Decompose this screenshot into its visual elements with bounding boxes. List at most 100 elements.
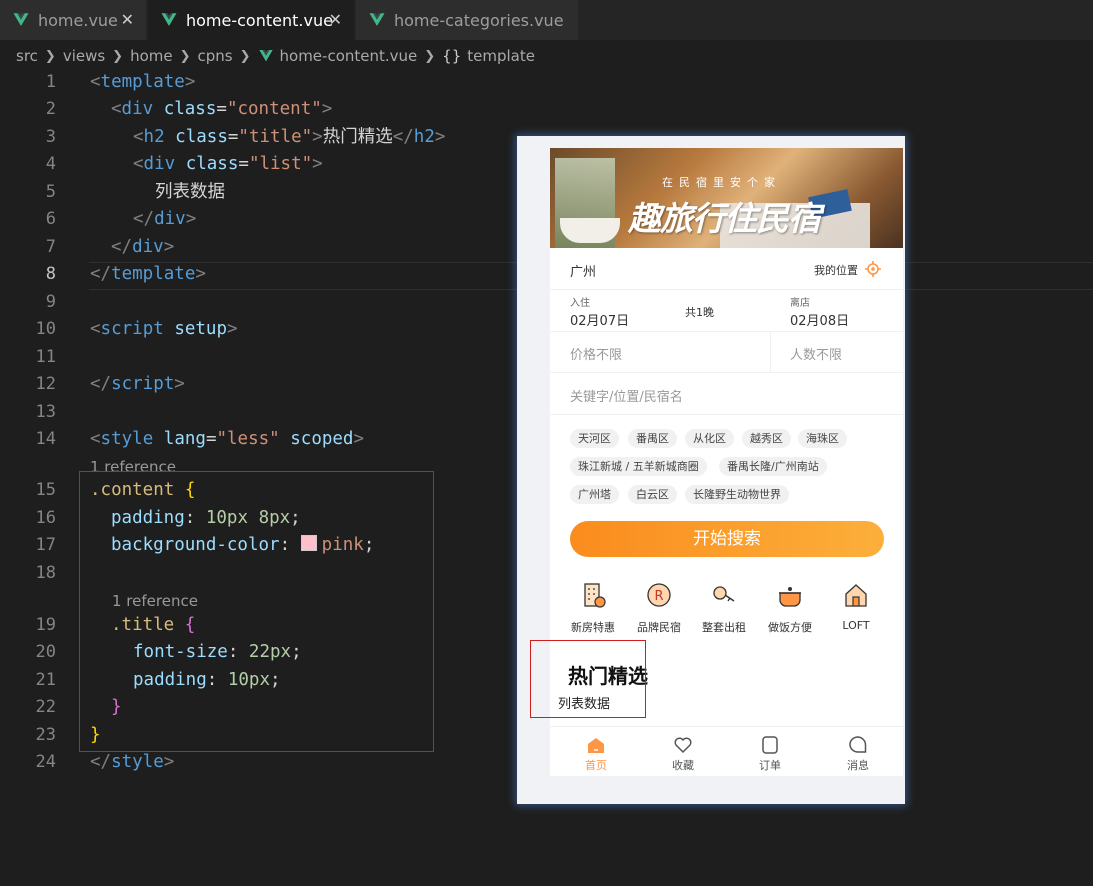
breadcrumb-item[interactable]: views bbox=[63, 47, 105, 65]
tab-orders[interactable]: 订单 bbox=[740, 735, 800, 773]
start-search-button[interactable]: 开始搜索 bbox=[570, 521, 884, 557]
line-number: 8 bbox=[45, 264, 56, 284]
line-number: 4 bbox=[45, 154, 56, 174]
vue-file-icon bbox=[258, 50, 273, 62]
code-line: <template> bbox=[90, 72, 196, 92]
code-line: <h2 class="title">热门精选</h2> bbox=[133, 127, 446, 147]
hot-suggest-chip[interactable]: 广州塔 bbox=[570, 485, 619, 504]
banner-subtitle: 在民宿里安个家 bbox=[662, 176, 781, 189]
hot-suggest-chip[interactable]: 海珠区 bbox=[798, 429, 847, 448]
breadcrumb-item[interactable]: cpns bbox=[198, 47, 233, 65]
banner-title: 趣旅行住民宿 bbox=[628, 199, 821, 238]
vue-file-icon bbox=[13, 13, 29, 26]
hot-suggest-chip[interactable]: 番禺长隆/广州南站 bbox=[719, 457, 827, 476]
chevron-right-icon: ❯ bbox=[44, 48, 56, 64]
editor-tab-bar: home.vue ✕ home-content.vue ✕ home-categ… bbox=[0, 0, 1093, 40]
close-icon[interactable]: ✕ bbox=[329, 10, 342, 29]
category-item[interactable]: R 品牌民宿 bbox=[629, 580, 689, 635]
tab-favorites[interactable]: 收藏 bbox=[653, 735, 713, 773]
brand-icon: R bbox=[647, 583, 671, 607]
hot-suggest-chip[interactable]: 从化区 bbox=[685, 429, 734, 448]
category-item[interactable]: LOFT bbox=[826, 580, 886, 632]
banner-image: 在民宿里安个家 趣旅行住民宿 bbox=[550, 148, 903, 248]
checkout-date[interactable]: 02月08日 bbox=[790, 310, 849, 329]
location-row: 广州 我的位置 bbox=[550, 248, 903, 290]
code-line: <script setup> bbox=[90, 319, 238, 339]
vue-file-icon bbox=[161, 13, 177, 26]
tab-home-vue[interactable]: home.vue ✕ bbox=[0, 0, 146, 40]
chevron-right-icon: ❯ bbox=[112, 48, 124, 64]
home-icon bbox=[588, 738, 604, 753]
breadcrumb-item[interactable]: template bbox=[467, 47, 535, 65]
people-filter[interactable]: 人数不限 bbox=[790, 344, 842, 363]
braces-icon: {} bbox=[442, 47, 462, 65]
hot-suggest-chip[interactable]: 越秀区 bbox=[742, 429, 791, 448]
hot-suggest-chip[interactable]: 天河区 bbox=[570, 429, 619, 448]
close-icon[interactable]: ✕ bbox=[121, 10, 134, 29]
line-number: 23 bbox=[35, 725, 56, 745]
chevron-right-icon: ❯ bbox=[239, 48, 251, 64]
breadcrumb: src ❯ views ❯ home ❯ cpns ❯ home-content… bbox=[16, 45, 535, 67]
vue-file-icon bbox=[369, 13, 385, 26]
line-number: 21 bbox=[35, 670, 56, 690]
tab-messages[interactable]: 消息 bbox=[828, 735, 888, 773]
line-number: 5 bbox=[45, 182, 56, 202]
tab-label: home.vue bbox=[38, 10, 118, 30]
code-line: </style> bbox=[90, 752, 175, 772]
price-filter[interactable]: 价格不限 bbox=[570, 344, 622, 363]
tab-label: home-categories.vue bbox=[394, 10, 564, 30]
line-number: 14 bbox=[35, 429, 56, 449]
line-number: 17 bbox=[35, 535, 56, 555]
hot-suggest-chip[interactable]: 长隆野生动物世界 bbox=[685, 485, 789, 504]
preview-highlight-box bbox=[530, 640, 646, 718]
keyword-input[interactable]: 关键字/位置/民宿名 bbox=[570, 386, 683, 405]
category-item[interactable]: 新房特惠 bbox=[563, 580, 623, 635]
city-select[interactable]: 广州 bbox=[570, 261, 596, 280]
code-line: </div> bbox=[111, 237, 175, 257]
line-number: 12 bbox=[35, 374, 56, 394]
code-line: <style lang="less" scoped> bbox=[90, 429, 365, 449]
line-number: 10 bbox=[35, 319, 56, 339]
code-line: 列表数据 bbox=[155, 182, 225, 202]
code-line: </div> bbox=[133, 209, 197, 229]
chevron-right-icon: ❯ bbox=[424, 48, 436, 64]
tab-label: home-content.vue bbox=[186, 10, 333, 30]
checkin-label: 入住 bbox=[570, 298, 590, 309]
key-icon bbox=[713, 586, 735, 602]
category-item[interactable]: 整套出租 bbox=[694, 580, 754, 635]
heart-icon bbox=[674, 737, 692, 754]
hot-suggest-chip[interactable]: 番禺区 bbox=[628, 429, 677, 448]
code-line: <div class="list"> bbox=[133, 154, 323, 174]
keyword-row[interactable]: 关键字/位置/民宿名 bbox=[550, 373, 903, 415]
house-icon bbox=[845, 584, 867, 607]
category-item[interactable]: 做饭方便 bbox=[760, 580, 820, 635]
locate-icon[interactable] bbox=[865, 261, 881, 277]
hot-suggest-chip[interactable]: 珠江新城 / 五羊新城商圈 bbox=[570, 457, 707, 476]
line-number: 20 bbox=[35, 642, 56, 662]
line-number: 11 bbox=[35, 347, 56, 367]
my-location-link[interactable]: 我的位置 bbox=[814, 262, 858, 278]
tab-home-categories-vue[interactable]: home-categories.vue bbox=[356, 0, 578, 40]
filter-row: 价格不限 人数不限 bbox=[550, 332, 903, 373]
line-number: 2 bbox=[45, 99, 56, 119]
line-number: 1 bbox=[45, 72, 56, 92]
building-icon bbox=[584, 583, 606, 608]
tab-home-content-vue[interactable]: home-content.vue ✕ bbox=[148, 0, 354, 40]
pot-icon bbox=[779, 587, 801, 607]
checkin-date[interactable]: 02月07日 bbox=[570, 310, 629, 329]
line-number: 9 bbox=[45, 292, 56, 312]
checkout-label: 离店 bbox=[790, 298, 810, 309]
chevron-right-icon: ❯ bbox=[179, 48, 191, 64]
svg-text:R: R bbox=[655, 589, 664, 604]
line-number: 3 bbox=[45, 127, 56, 147]
line-number: 16 bbox=[35, 508, 56, 528]
breadcrumb-item[interactable]: home bbox=[130, 47, 173, 65]
breadcrumb-item[interactable]: home-content.vue bbox=[280, 47, 418, 65]
tab-home[interactable]: 首页 bbox=[566, 735, 626, 773]
line-number: 22 bbox=[35, 697, 56, 717]
breadcrumb-item[interactable]: src bbox=[16, 47, 38, 65]
line-number: 6 bbox=[45, 209, 56, 229]
date-row[interactable]: 入住 02月07日 共1晚 离店 02月08日 bbox=[550, 290, 903, 332]
hot-suggest-chip[interactable]: 白云区 bbox=[628, 485, 677, 504]
line-number: 13 bbox=[35, 402, 56, 422]
